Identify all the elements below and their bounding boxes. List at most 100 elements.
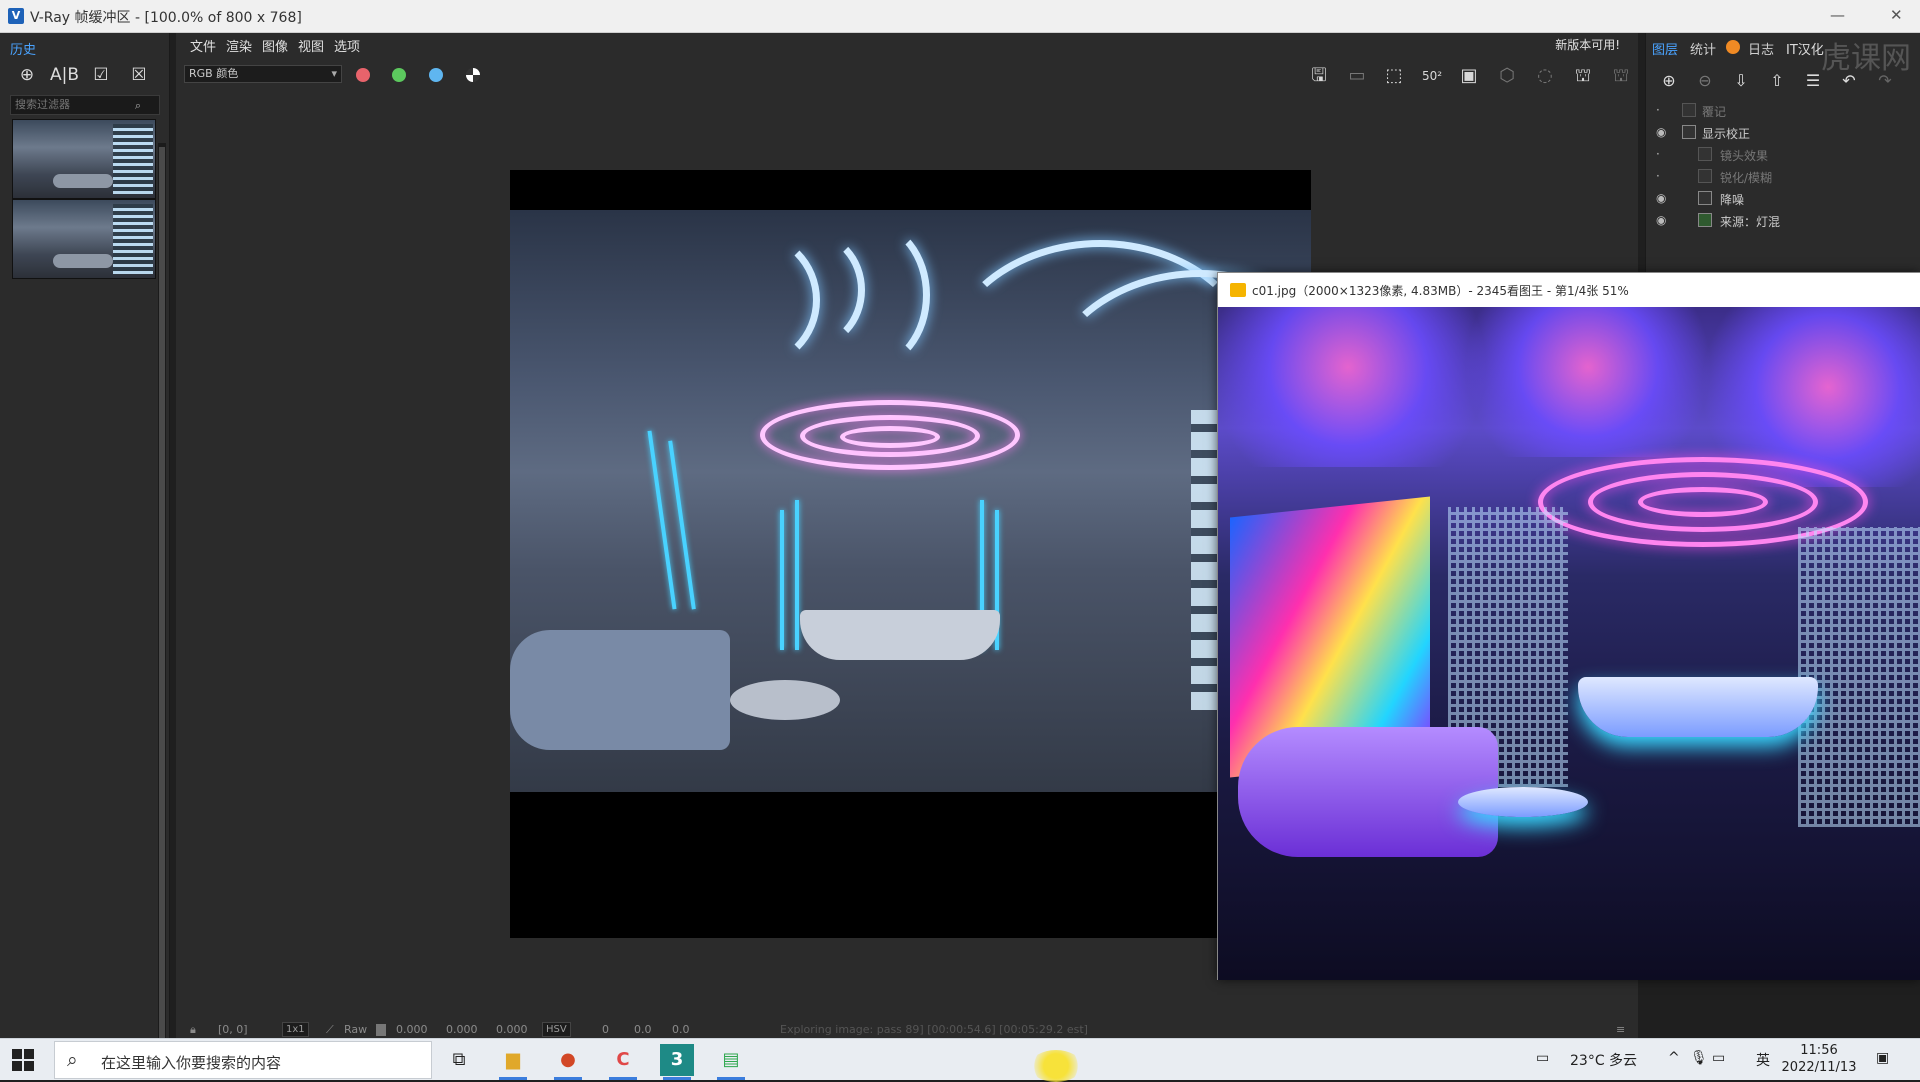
pixel-coords: [0, 0] [218, 1023, 248, 1036]
layer-icon [1698, 169, 1712, 183]
layer-icon [1682, 125, 1696, 139]
close-icon[interactable]: ✕ [1890, 6, 1903, 24]
undo-icon[interactable]: ↶ [1836, 69, 1862, 93]
green-channel-button[interactable] [392, 68, 406, 82]
task-view-icon[interactable]: ⧉ [442, 1044, 476, 1076]
channel-select[interactable]: RGB 颜色 ▾ [184, 65, 342, 83]
ab-compare-icon[interactable]: A|B [50, 63, 79, 87]
menu-view[interactable]: 视图 [298, 36, 324, 55]
clock[interactable]: 11:56 2022/11/13 [1772, 1042, 1866, 1076]
link-icon[interactable]: ⬡ [1494, 64, 1520, 88]
eye-icon[interactable]: ◉ [1656, 213, 1666, 227]
battery-icon[interactable]: ▭ [1712, 1050, 1725, 1066]
search-icon: ⌕ [67, 1049, 78, 1071]
layer-item[interactable]: ◉ 来源：灯混 [1646, 211, 1920, 231]
taskbar: ⌕ 在这里输入你要搜索的内容 ⧉ ▆ ● C 3 ▤ ▭ 23°C 多云 ^ 🎙… [0, 1038, 1920, 1080]
history-search-input[interactable]: 搜索过滤器 ⌕ [10, 95, 160, 115]
menu-file[interactable]: 文件 [190, 36, 216, 55]
layer-label: 锐化/模糊 [1720, 171, 1773, 185]
new-version-notice[interactable]: 新版本可用! [1555, 36, 1620, 53]
color-picker-icon[interactable]: ⟋ [326, 1023, 334, 1037]
track-mouse-icon[interactable]: ⬚ [1381, 64, 1407, 88]
load-history-icon[interactable]: ☑ [88, 63, 114, 87]
blue-channel-button[interactable] [429, 68, 443, 82]
history-scrollbar[interactable] [158, 143, 166, 1063]
interactive-render-icon[interactable]: ◌ [1532, 64, 1558, 88]
render-progress-text: Exploring image: pass 89] [00:00:54.6] [… [780, 1023, 1088, 1036]
lock-icon[interactable]: 🔒︎ [190, 1023, 196, 1037]
powerpoint-icon[interactable]: ● [551, 1044, 585, 1080]
zoom-select[interactable]: 1x1 [282, 1022, 309, 1037]
history-thumbnail[interactable] [12, 199, 156, 279]
viewer-title: c01.jpg（2000×1323像素, 4.83MB）- 2345看图王 - … [1252, 284, 1629, 298]
eye-icon[interactable]: ◉ [1656, 191, 1666, 205]
ime-indicator[interactable]: 英 [1756, 1050, 1770, 1070]
stop-render-icon[interactable]: ⛫ [1608, 64, 1634, 88]
layer-icon [1682, 103, 1696, 117]
menu-render[interactable]: 渲染 [226, 36, 252, 55]
color-swatch [376, 1024, 386, 1036]
menu-image[interactable]: 图像 [262, 36, 288, 55]
save-layers-icon[interactable]: ⇧ [1764, 69, 1790, 93]
history-search-placeholder: 搜索过滤器 [15, 98, 70, 111]
delete-layer-icon[interactable]: ⊖ [1692, 69, 1718, 93]
layer-label: 显示校正 [1702, 127, 1751, 141]
visibility-icon[interactable]: · [1656, 169, 1660, 183]
layer-item[interactable]: ◉ 降噪 [1646, 189, 1920, 209]
notification-icon[interactable]: ▣ [1876, 1050, 1889, 1066]
layer-icon [1698, 191, 1712, 205]
resolution-icon[interactable]: 50² [1419, 64, 1445, 88]
delete-history-icon[interactable]: ☒ [126, 63, 152, 87]
load-layers-icon[interactable]: ⇩ [1728, 69, 1754, 93]
image-viewer-app-icon[interactable]: ▤ [714, 1044, 748, 1080]
chevron-up-icon[interactable]: ^ [1668, 1050, 1680, 1066]
image-file-icon [1230, 283, 1246, 297]
layer-item[interactable]: · 锐化/模糊 [1646, 167, 1920, 187]
viewer-title-bar[interactable]: c01.jpg（2000×1323像素, 4.83MB）- 2345看图王 - … [1218, 273, 1920, 307]
layer-item[interactable]: · 镜头效果 [1646, 145, 1920, 165]
search-icon: ⌕ [134, 99, 141, 112]
layer-item[interactable]: · 覆记 [1646, 101, 1920, 121]
clock-time: 11:56 [1800, 1043, 1838, 1058]
window-title: V-Ray 帧缓冲区 - [100.0% of 800 x 768] [30, 10, 302, 26]
log-icon[interactable]: ≡ [1616, 1023, 1625, 1036]
weather-icon[interactable]: ▭ [1536, 1050, 1549, 1066]
app-icon[interactable]: C [606, 1044, 640, 1080]
visibility-icon[interactable]: · [1656, 103, 1660, 117]
history-tab[interactable]: 历史 [10, 39, 36, 58]
3dsmax-icon[interactable]: 3 [660, 1044, 694, 1080]
layer-list-icon[interactable]: ☰ [1800, 69, 1826, 93]
menu-options[interactable]: 选项 [334, 36, 360, 55]
eye-icon[interactable]: ◉ [1656, 125, 1666, 139]
save-image-icon[interactable]: 🖫 [1306, 64, 1332, 88]
image-viewer-window[interactable]: c01.jpg（2000×1323像素, 4.83MB）- 2345看图王 - … [1217, 272, 1920, 980]
region-render-icon[interactable]: ▣ [1456, 64, 1482, 88]
create-layer-icon[interactable]: ⊕ [1656, 69, 1682, 93]
render-canvas[interactable] [510, 170, 1311, 938]
vray-logo-icon: V [8, 8, 24, 24]
taskbar-search-input[interactable]: ⌕ 在这里输入你要搜索的内容 [54, 1041, 432, 1079]
value-s: 0.0 [634, 1023, 652, 1036]
tab-log[interactable]: 日志 [1748, 39, 1774, 58]
value-r: 0.000 [396, 1023, 428, 1036]
tab-stats[interactable]: 统计 [1690, 39, 1716, 58]
layer-item[interactable]: ◉ 显示校正 [1646, 123, 1920, 143]
file-explorer-icon[interactable]: ▆ [496, 1044, 530, 1080]
tab-layers[interactable]: 图层 [1652, 39, 1678, 58]
color-space-select[interactable]: HSV [542, 1022, 571, 1037]
visibility-icon[interactable]: · [1656, 147, 1660, 161]
microphone-icon[interactable]: 🎙︎ [1690, 1050, 1708, 1066]
weather-text[interactable]: 23°C 多云 [1570, 1050, 1637, 1070]
red-channel-button[interactable] [356, 68, 370, 82]
save-history-icon[interactable]: ⊕ [14, 63, 40, 87]
channel-select-value: RGB 颜色 [189, 67, 239, 80]
clear-image-icon[interactable]: ▭ [1344, 64, 1370, 88]
redo-icon[interactable]: ↷ [1872, 69, 1898, 93]
history-thumbnail[interactable] [12, 119, 156, 199]
minimize-icon[interactable]: — [1830, 6, 1845, 24]
windows-start-icon[interactable] [12, 1049, 34, 1071]
chevron-down-icon: ▾ [331, 67, 337, 80]
toolbar: RGB 颜色 ▾ 🖫 ▭ ⬚ 50² ▣ ⬡ ◌ ⛫ ⛫ [176, 55, 1638, 97]
alpha-channel-button[interactable] [466, 68, 480, 82]
render-icon[interactable]: ⛫ [1570, 64, 1596, 88]
